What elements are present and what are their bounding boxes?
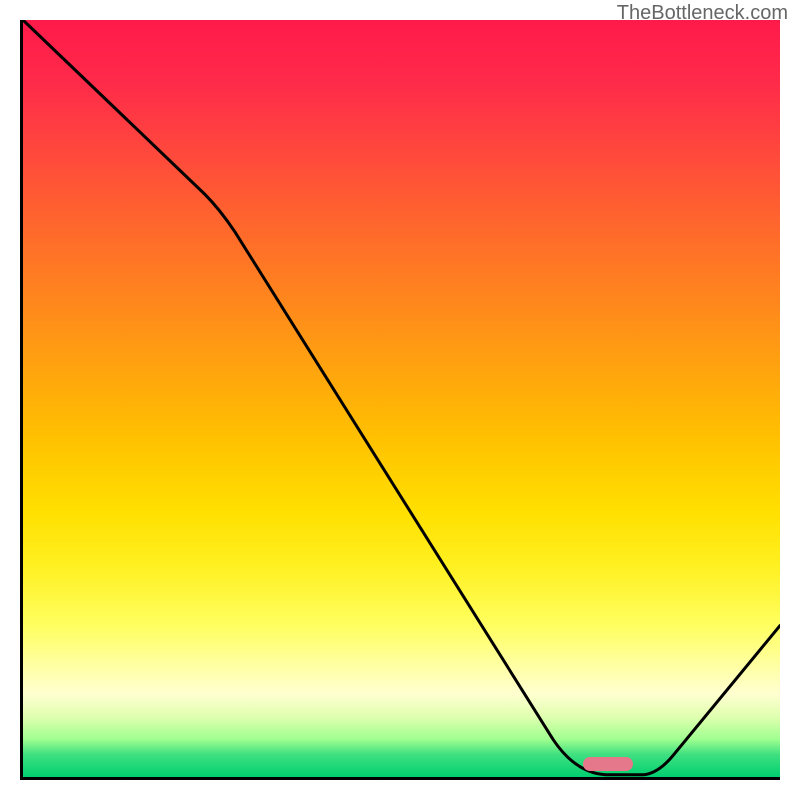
plot-area: [20, 20, 780, 780]
bottleneck-curve: [23, 20, 780, 777]
optimal-marker: [583, 757, 633, 771]
watermark-text: TheBottleneck.com: [617, 2, 788, 25]
